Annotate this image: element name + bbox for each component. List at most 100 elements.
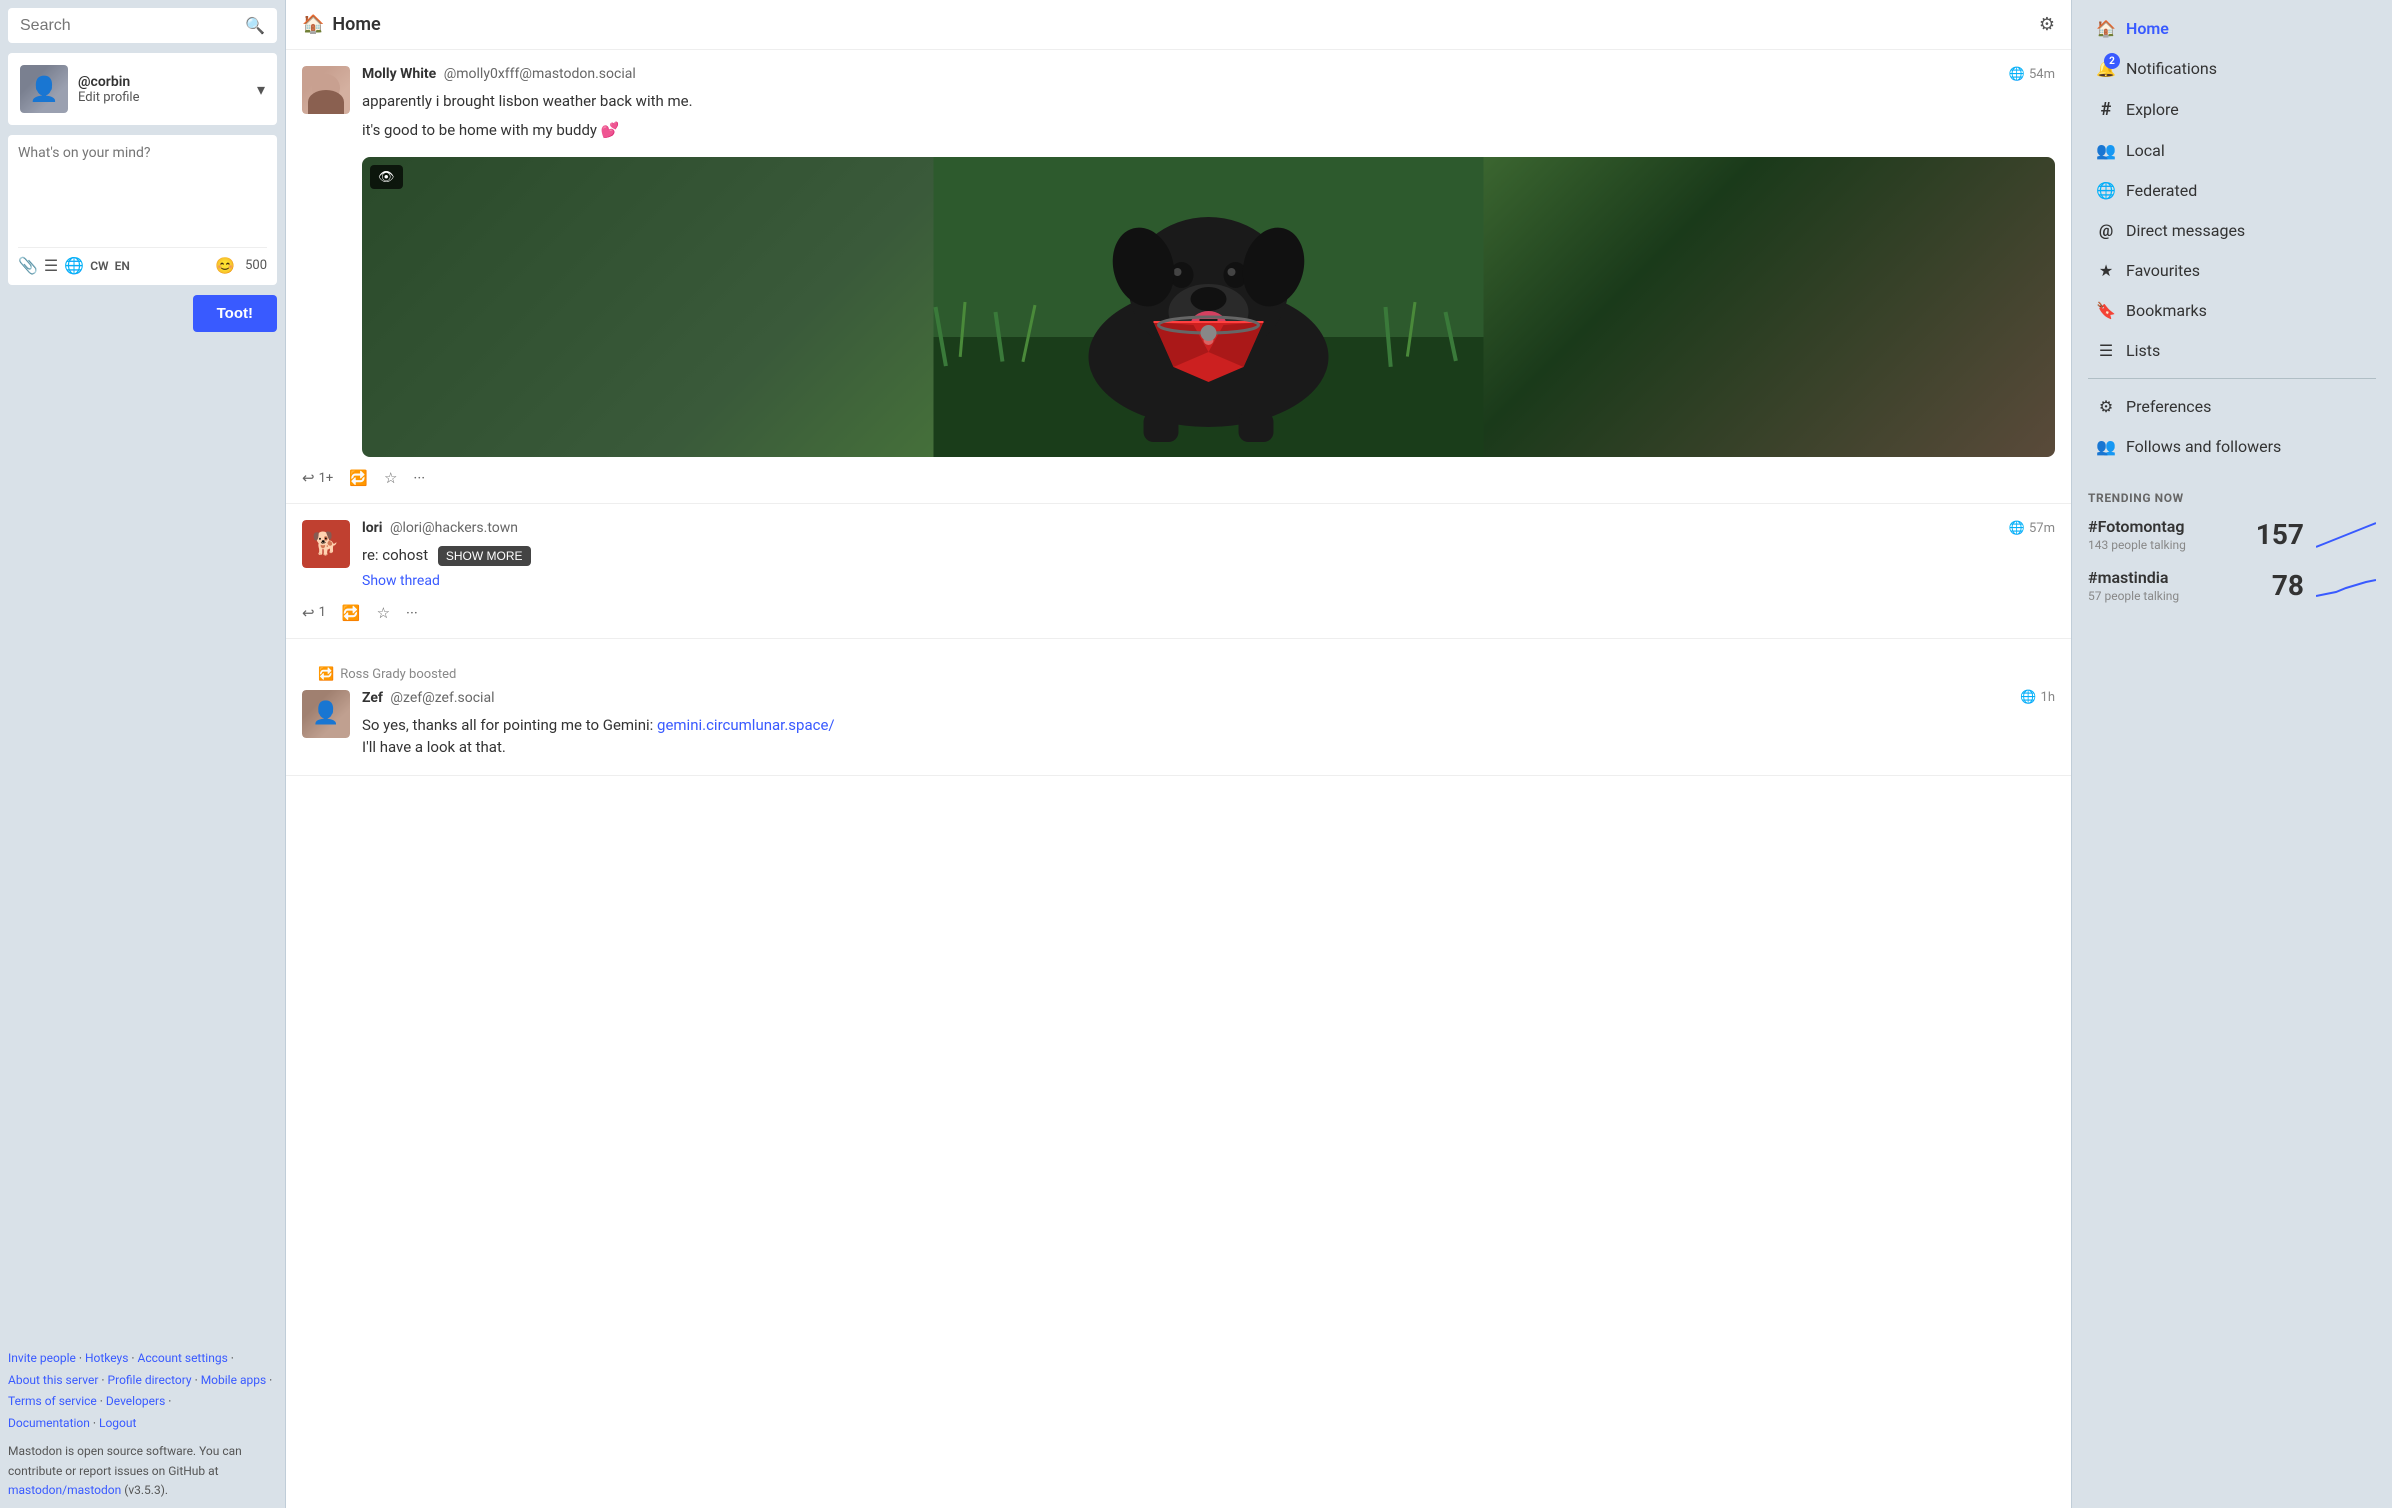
globe-icon[interactable]: 🌐 [64,256,84,275]
show-more-button[interactable]: SHOW MORE [438,546,531,566]
edit-profile-link[interactable]: Edit profile [78,90,140,105]
federated-nav-label: Federated [2126,181,2197,200]
home-nav-label: Home [2126,19,2169,38]
favourite-action[interactable]: ☆ [384,469,397,487]
github-link[interactable]: mastodon/mastodon [8,1483,121,1497]
home-icon: 🏠 [302,14,324,35]
local-nav-label: Local [2126,141,2165,160]
sidebar-item-lists[interactable]: ☰ Lists [2080,331,2384,370]
documentation-link[interactable]: Documentation [8,1416,90,1430]
post-author-line: Molly White @molly0xfff@mastodon.social [362,66,636,82]
post-meta-molly: Molly White @molly0xfff@mastodon.social … [362,66,2055,457]
lists-icon: ☰ [2096,341,2116,360]
post-lori: 🐕 lori @lori@hackers.town 🌐 57m re: coho… [286,504,2071,639]
sidebar-item-notifications[interactable]: 🔔 Notifications 2 [2080,49,2384,88]
emoji-icon[interactable]: 😊 [215,256,235,275]
filter-icon[interactable]: ⚙ [2039,14,2055,35]
boost-action[interactable]: 🔁 [349,469,368,487]
local-icon: 👥 [2096,141,2116,160]
post-content-lori: re: cohost SHOW MORE Show thread [362,544,2055,592]
post-avatar-molly[interactable] [302,66,350,114]
avatar[interactable]: 👤 [20,65,68,113]
reply-action[interactable]: ↩ 1+ [302,469,333,487]
post-author-line-lori: lori @lori@hackers.town [362,520,518,536]
attachment-icon[interactable]: 📎 [18,256,38,275]
poll-icon[interactable]: ☰ [44,256,58,275]
left-footer: Invite people · Hotkeys · Account settin… [8,1332,277,1500]
post-meta-zef: Zef @zef@zef.social 🌐 1h So yes, thanks … [362,690,2055,759]
notification-badge: 2 [2104,53,2120,69]
more-action[interactable]: ··· [413,469,425,487]
search-input[interactable] [20,17,245,35]
eye-off-icon: 👁 [378,169,395,185]
feed-header: 🏠 Home ⚙ [286,0,2071,50]
content-prefix: re: cohost [362,546,428,564]
sidebar-item-home[interactable]: 🏠 Home [2080,9,2384,48]
trending-sub-1: 143 people talking [2088,538,2244,552]
compose-toolbar: 📎 ☰ 🌐 CW EN 😊 500 [18,247,267,275]
trending-item-fotomontag[interactable]: #Fotomontag 143 people talking 157 [2088,517,2376,552]
toot-button[interactable]: Toot! [193,295,277,332]
post-author-lori: lori [362,520,382,536]
zef-content-before: So yes, thanks all for pointing me to Ge… [362,716,653,734]
compose-textarea[interactable] [18,145,267,235]
boost-icon: 🔁 [318,667,334,682]
chevron-down-icon[interactable]: ▾ [257,80,265,99]
developers-link[interactable]: Developers [106,1394,165,1408]
about-server-link[interactable]: About this server [8,1373,98,1387]
sidebar-item-favourites[interactable]: ★ Favourites [2080,251,2384,290]
sidebar-item-follows-followers[interactable]: 👥 Follows and followers [2080,427,2384,466]
post-avatar-zef[interactable]: 👤 [302,690,350,738]
post-meta-lori: lori @lori@hackers.town 🌐 57m re: cohost… [362,520,2055,592]
home-nav-icon: 🏠 [2096,19,2116,38]
sidebar-item-explore[interactable]: # Explore [2080,89,2384,130]
direct-messages-nav-label: Direct messages [2126,221,2245,240]
sensitive-image-button[interactable]: 👁 [370,165,403,189]
profile-text: @corbin Edit profile [78,74,140,105]
post-time-molly: 🌐 54m [2009,67,2055,82]
favourite-action-lori[interactable]: ☆ [377,604,390,622]
terms-link[interactable]: Terms of service [8,1394,97,1408]
content-warning-button[interactable]: CW [90,259,108,273]
post-author-zef: Zef [362,690,383,706]
sidebar-item-local[interactable]: 👥 Local [2080,131,2384,170]
compose-box: 📎 ☰ 🌐 CW EN 😊 500 [8,135,277,285]
gemini-link[interactable]: gemini.circumlunar.space/ [657,716,835,734]
post-actions-molly: ↩ 1+ 🔁 ☆ ··· [302,469,2055,487]
post-avatar-lori[interactable]: 🐕 [302,520,350,568]
show-thread-link[interactable]: Show thread [362,571,440,592]
char-count: 500 [245,258,267,273]
favourites-nav-label: Favourites [2126,261,2200,280]
sidebar-item-federated[interactable]: 🌐 Federated [2080,171,2384,210]
feed-title: 🏠 Home [302,14,381,35]
boost-action-lori[interactable]: 🔁 [342,604,361,622]
lists-nav-label: Lists [2126,341,2160,360]
profile-directory-link[interactable]: Profile directory [108,1373,192,1387]
trending-item-mastindia[interactable]: #mastindia 57 people talking 78 [2088,568,2376,603]
post-header-zef: 👤 Zef @zef@zef.social 🌐 1h So yes, thank… [302,690,2055,759]
logout-link[interactable]: Logout [99,1416,136,1430]
post-header-molly: Molly White @molly0xfff@mastodon.social … [302,66,2055,457]
post-time-zef: 🌐 1h [2020,690,2055,705]
hotkeys-link[interactable]: Hotkeys [85,1351,128,1365]
more-action-lori[interactable]: ··· [406,604,418,622]
trending-section: TRENDING NOW #Fotomontag 143 people talk… [2072,475,2392,635]
follows-icon: 👥 [2096,437,2116,456]
mobile-apps-link[interactable]: Mobile apps [201,1373,266,1387]
post-meta-top: Molly White @molly0xfff@mastodon.social … [362,66,2055,82]
post-meta-top-lori: lori @lori@hackers.town 🌐 57m [362,520,2055,536]
language-selector[interactable]: EN [115,259,130,273]
trending-tag-1: #Fotomontag [2088,517,2244,536]
bookmark-icon: 🔖 [2096,301,2116,320]
dog-photo [362,157,2055,457]
trending-count-2: 78 [2272,569,2304,602]
trending-count-1: 157 [2256,518,2304,551]
invite-people-link[interactable]: Invite people [8,1351,76,1365]
left-panel: 🔍 👤 @corbin Edit profile ▾ 📎 ☰ 🌐 CW EN 😊… [0,0,285,1508]
trending-chart-2 [2316,570,2376,602]
sidebar-item-bookmarks[interactable]: 🔖 Bookmarks [2080,291,2384,330]
sidebar-item-preferences[interactable]: ⚙ Preferences [2080,387,2384,426]
sidebar-item-direct-messages[interactable]: @ Direct messages [2080,211,2384,250]
account-settings-link[interactable]: Account settings [138,1351,228,1365]
reply-action-lori[interactable]: ↩ 1 [302,604,326,622]
